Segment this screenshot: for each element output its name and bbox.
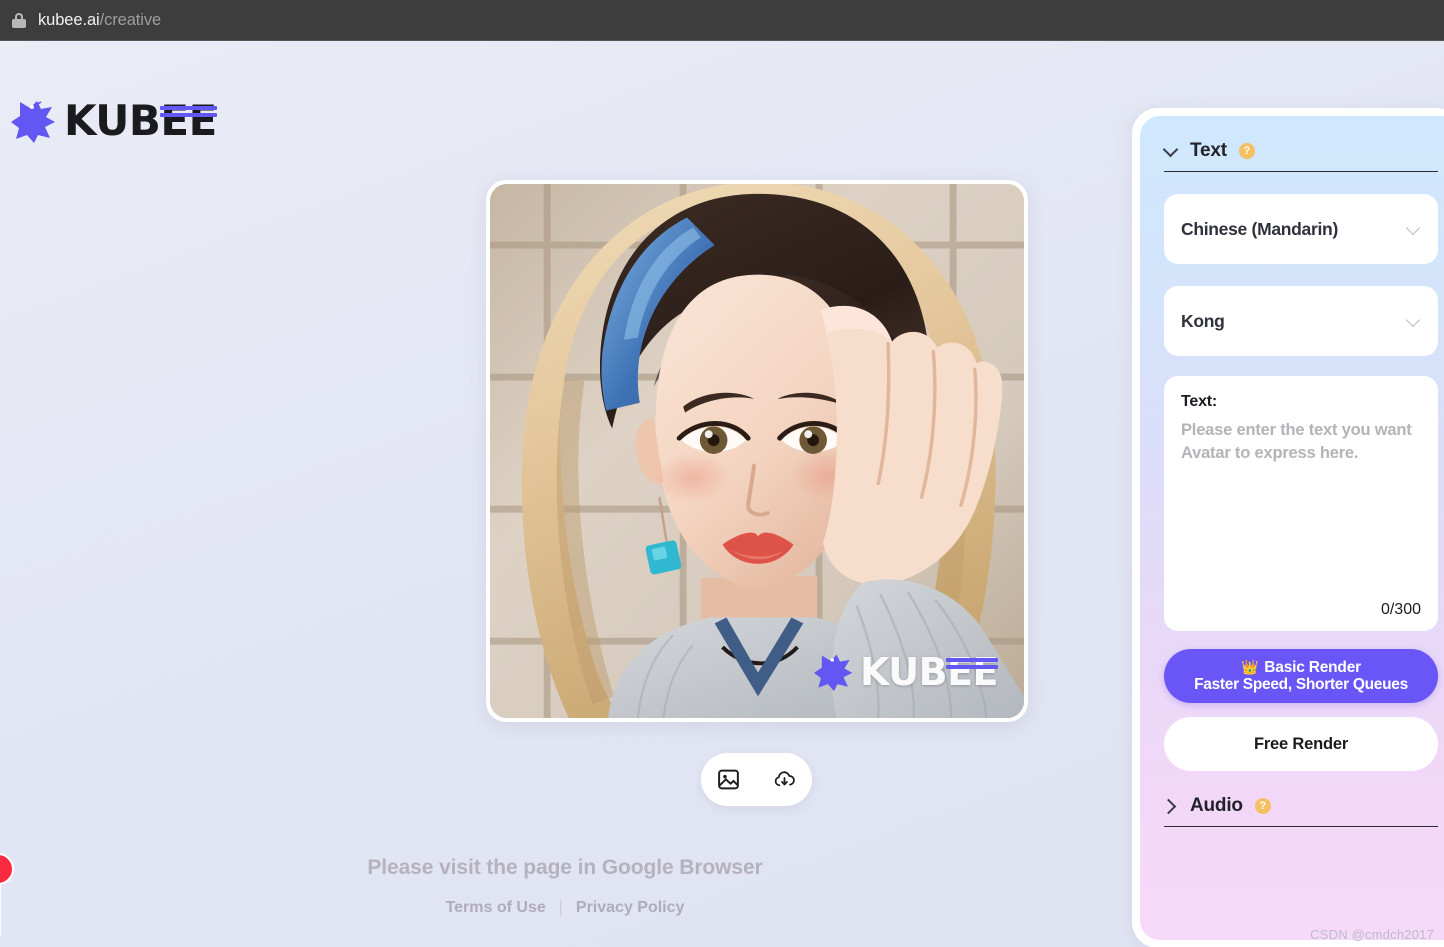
- footer-link-separator: |: [558, 899, 563, 916]
- section-title-text: Text: [1190, 140, 1227, 161]
- chevron-down-icon: [1164, 144, 1178, 158]
- avatar-portrait: KUBEE: [490, 184, 1024, 718]
- basic-render-subtitle: Faster Speed, Shorter Queues: [1194, 676, 1408, 693]
- page-content: KUBEE KUBEE Please visit the page in Goo…: [0, 41, 1444, 947]
- text-input-placeholder: Please enter the text you want Avatar to…: [1181, 421, 1412, 463]
- free-render-label: Free Render: [1253, 734, 1349, 753]
- section-header-text[interactable]: Text ?: [1164, 140, 1438, 172]
- basic-render-label: Basic Render: [1264, 658, 1361, 676]
- url-path: /creative: [99, 10, 162, 29]
- cloud-download-icon: [774, 771, 795, 787]
- basic-render-line1: 👑 Basic Render: [1241, 659, 1361, 676]
- text-input-label: Text:: [1181, 393, 1218, 410]
- footer-link-privacy[interactable]: Privacy Policy: [576, 899, 685, 917]
- avatar-image-frame[interactable]: KUBEE: [486, 180, 1028, 722]
- address-bar-url[interactable]: kubee.ai/creative: [38, 11, 161, 30]
- portrait-illustration: [490, 184, 1024, 718]
- basic-render-button[interactable]: 👑 Basic Render Faster Speed, Shorter Que…: [1164, 649, 1438, 703]
- control-panel: Text ? Chinese (Mandarin) Kong Text: Ple…: [1132, 108, 1444, 947]
- crown-icon: 👑: [1241, 659, 1259, 676]
- voice-select[interactable]: Kong: [1164, 286, 1438, 356]
- browser-notice: Please visit the page in Google Browser: [367, 856, 763, 879]
- image-icon: [718, 769, 740, 790]
- chat-widget-stem: [0, 881, 1, 939]
- chat-widget-badge: [0, 853, 14, 885]
- download-button[interactable]: [767, 763, 801, 797]
- voice-select-value: Kong: [1181, 310, 1225, 331]
- chevron-down-icon: [1407, 223, 1420, 236]
- section-header-audio[interactable]: Audio ?: [1164, 795, 1438, 827]
- floating-chat-widget[interactable]: [0, 853, 22, 943]
- control-panel-body: Text ? Chinese (Mandarin) Kong Text: Ple…: [1140, 116, 1444, 940]
- audio-section: Audio ?: [1164, 795, 1438, 827]
- preview-image-button[interactable]: [712, 763, 746, 797]
- footer-links: Terms of Use | Privacy Policy: [0, 899, 1130, 917]
- free-render-button[interactable]: Free Render: [1164, 717, 1438, 771]
- help-circle-icon[interactable]: ?: [1238, 143, 1255, 159]
- url-domain: kubee.ai: [38, 10, 100, 29]
- csdn-watermark: CSDN @cmdch2017: [1310, 927, 1434, 942]
- lock-icon: [12, 12, 26, 28]
- language-select[interactable]: Chinese (Mandarin): [1164, 194, 1438, 264]
- avatar-stage: KUBEE Please visit the page in Google Br…: [0, 41, 1130, 947]
- chevron-down-icon: [1407, 315, 1420, 328]
- footer-link-terms[interactable]: Terms of Use: [446, 899, 546, 917]
- image-action-bar: [701, 753, 812, 806]
- section-title-audio: Audio: [1190, 795, 1243, 816]
- browser-top-bar: kubee.ai/creative: [0, 0, 1444, 41]
- chevron-right-icon: [1164, 799, 1178, 813]
- character-counter: 0/300: [1380, 601, 1421, 618]
- text-input-area[interactable]: Text: Please enter the text you want Ava…: [1164, 376, 1438, 631]
- help-circle-icon[interactable]: ?: [1254, 798, 1271, 814]
- language-select-value: Chinese (Mandarin): [1181, 218, 1338, 239]
